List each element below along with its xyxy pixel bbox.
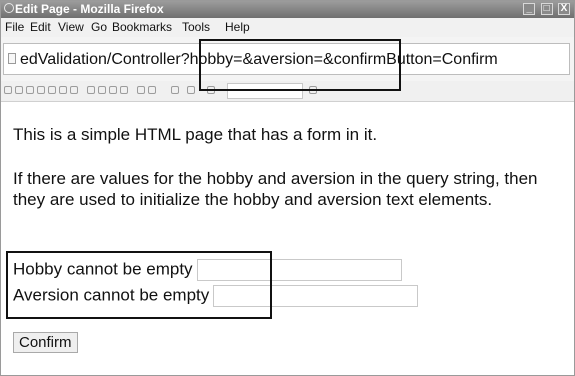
history-icon[interactable] xyxy=(87,86,95,94)
arrow-icon[interactable] xyxy=(207,86,215,94)
close-button[interactable]: X xyxy=(558,3,570,15)
forward-icon[interactable] xyxy=(15,86,23,94)
menu-bookmarks[interactable]: Bookmarks xyxy=(112,20,172,35)
title-bar[interactable]: Edit Page - Mozilla Firefox _ □ X xyxy=(1,1,574,18)
edit-icon[interactable] xyxy=(109,86,117,94)
nav-right-icon[interactable] xyxy=(187,86,195,94)
print-icon[interactable] xyxy=(59,86,67,94)
aversion-error-label: Aversion cannot be empty xyxy=(13,285,210,305)
hobby-error-label: Hobby cannot be empty xyxy=(13,259,193,279)
browser-window: Edit Page - Mozilla Firefox _ □ X File E… xyxy=(0,0,575,376)
aversion-row: Aversion cannot be empty xyxy=(13,285,419,307)
window-controls: _ □ X xyxy=(521,3,570,16)
menu-go[interactable]: Go xyxy=(91,20,107,35)
reload-icon[interactable] xyxy=(26,86,34,94)
menu-bar: File Edit View Go Bookmarks Tools Help xyxy=(1,18,574,37)
hobby-input[interactable] xyxy=(196,259,402,281)
next-icon[interactable] xyxy=(148,86,156,94)
stop-icon[interactable] xyxy=(37,86,45,94)
bookmark-icon[interactable] xyxy=(70,86,78,94)
navigation-bar: edValidation/Controller?hobby=&aversion=… xyxy=(1,37,574,81)
description-text: If there are values for the hobby and av… xyxy=(13,169,538,209)
maximize-button[interactable]: □ xyxy=(540,3,553,15)
menu-view[interactable]: View xyxy=(58,20,84,35)
page-icon xyxy=(8,53,16,64)
firefox-icon xyxy=(4,3,14,13)
nav-left-icon[interactable] xyxy=(171,86,179,94)
confirm-button[interactable]: Confirm xyxy=(13,332,78,353)
mail-icon[interactable] xyxy=(98,86,106,94)
intro-text: This is a simple HTML page that has a fo… xyxy=(13,125,378,144)
window-title: Edit Page - Mozilla Firefox xyxy=(15,2,164,16)
prev-icon[interactable] xyxy=(137,86,145,94)
home-icon[interactable] xyxy=(48,86,56,94)
hobby-row: Hobby cannot be empty xyxy=(13,259,402,281)
toolbar xyxy=(1,81,574,102)
menu-tools[interactable]: Tools xyxy=(182,20,210,35)
address-bar[interactable]: edValidation/Controller?hobby=&aversion=… xyxy=(3,43,570,75)
menu-edit[interactable]: Edit xyxy=(30,20,51,35)
aversion-input[interactable] xyxy=(213,285,419,307)
back-icon[interactable] xyxy=(4,86,12,94)
menu-help[interactable]: Help xyxy=(225,20,250,35)
page-content: This is a simple HTML page that has a fo… xyxy=(1,102,574,374)
toolbar-search-box[interactable] xyxy=(227,83,303,99)
menu-file[interactable]: File xyxy=(5,20,24,35)
minimize-button[interactable]: _ xyxy=(523,3,536,15)
settings-icon[interactable] xyxy=(120,86,128,94)
address-text[interactable]: edValidation/Controller?hobby=&aversion=… xyxy=(20,50,498,70)
search-go-icon[interactable] xyxy=(309,86,317,94)
